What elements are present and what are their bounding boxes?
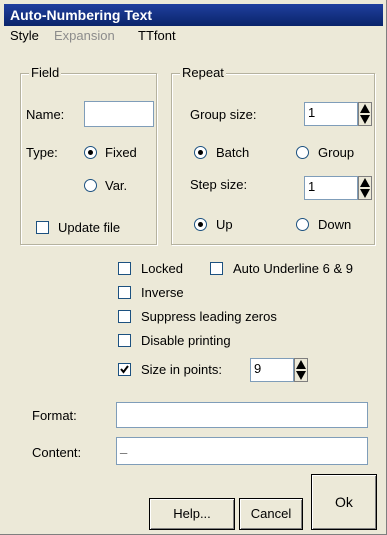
size-in-points-label: Size in points:: [141, 362, 222, 377]
menu-ttfont[interactable]: TTfont: [138, 28, 176, 43]
auto-underline-label: Auto Underline 6 & 9: [233, 261, 353, 276]
suppress-zeros-checkbox[interactable]: [118, 310, 131, 323]
cancel-button[interactable]: Cancel: [239, 498, 303, 530]
title-bar[interactable]: Auto-Numbering Text: [4, 4, 383, 26]
type-var-radio[interactable]: [84, 179, 97, 192]
repeat-group-radio[interactable]: [296, 146, 309, 159]
spin-up-icon[interactable]: [359, 103, 371, 114]
spin-down-icon[interactable]: [359, 188, 371, 199]
help-button[interactable]: Help...: [149, 498, 235, 530]
disable-printing-checkbox[interactable]: [118, 334, 131, 347]
type-fixed-radio[interactable]: [84, 146, 97, 159]
inverse-label: Inverse: [141, 285, 184, 300]
spin-up-icon[interactable]: [359, 177, 371, 188]
step-size-spinner[interactable]: [358, 176, 372, 200]
name-input[interactable]: [84, 101, 154, 127]
direction-down-radio[interactable]: [296, 218, 309, 231]
type-var-label: Var.: [105, 178, 128, 193]
repeat-group-label: Group: [318, 145, 355, 160]
update-file-checkbox[interactable]: [36, 221, 49, 234]
name-label: Name:: [26, 107, 65, 122]
window-title: Auto-Numbering Text: [10, 7, 153, 23]
auto-numbering-dialog: Auto-Numbering Text Style Expansion TTfo…: [0, 0, 387, 535]
checkmark-icon: [120, 365, 129, 374]
direction-up-label: Up: [216, 217, 233, 232]
disable-printing-label: Disable printing: [141, 333, 231, 348]
type-label: Type:: [26, 145, 58, 160]
spin-down-icon[interactable]: [359, 114, 371, 125]
menu-style[interactable]: Style: [10, 28, 39, 43]
step-size-spinbox: 1: [304, 176, 372, 200]
ok-button[interactable]: Ok: [311, 474, 377, 530]
menu-expansion: Expansion: [54, 28, 115, 43]
size-in-points-spinbox: 9: [250, 358, 308, 382]
repeat-group-legend: Repeat: [180, 65, 226, 80]
size-in-points-input[interactable]: 9: [250, 358, 294, 382]
group-size-label: Group size:: [190, 107, 257, 122]
inverse-checkbox[interactable]: [118, 286, 131, 299]
suppress-zeros-label: Suppress leading zeros: [141, 309, 277, 324]
group-size-spinner[interactable]: [358, 102, 372, 126]
step-size-label: Step size:: [190, 177, 248, 192]
spin-up-icon[interactable]: [295, 359, 307, 370]
locked-label: Locked: [141, 261, 183, 276]
menu-bar: Style Expansion TTfont: [4, 26, 383, 46]
spin-down-icon[interactable]: [295, 370, 307, 381]
direction-up-radio[interactable]: [194, 218, 207, 231]
auto-underline-checkbox[interactable]: [210, 262, 223, 275]
type-fixed-label: Fixed: [105, 145, 137, 160]
size-in-points-spinner[interactable]: [294, 358, 308, 382]
format-input[interactable]: [116, 402, 368, 428]
repeat-batch-radio[interactable]: [194, 146, 207, 159]
direction-down-label: Down: [318, 217, 352, 232]
update-file-label: Update file: [58, 220, 121, 235]
locked-checkbox[interactable]: [118, 262, 131, 275]
format-label: Format:: [32, 408, 77, 423]
repeat-batch-label: Batch: [216, 145, 250, 160]
content-label: Content:: [32, 445, 82, 460]
content-input[interactable]: _: [116, 437, 368, 465]
group-size-input[interactable]: 1: [304, 102, 358, 126]
group-size-spinbox: 1: [304, 102, 372, 126]
size-in-points-checkbox[interactable]: [118, 363, 131, 376]
step-size-input[interactable]: 1: [304, 176, 358, 200]
field-group-legend: Field: [29, 65, 62, 80]
